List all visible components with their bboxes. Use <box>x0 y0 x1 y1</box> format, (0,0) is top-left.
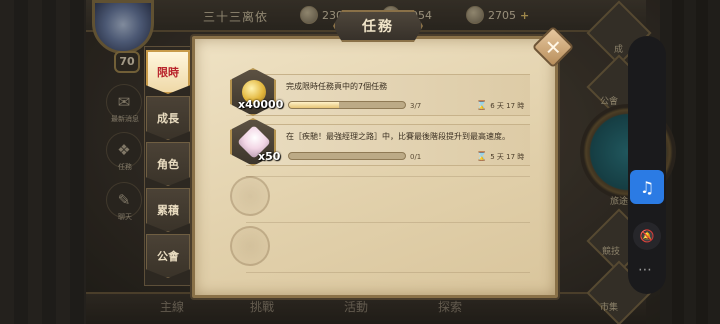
tab-limited[interactable]: 限時 <box>146 50 190 94</box>
divider <box>246 222 530 223</box>
task-time-left: 5 天 17 時 <box>490 153 525 161</box>
hourglass-icon: ⌛ <box>476 152 488 162</box>
task-progress-bar <box>288 101 406 109</box>
tab-character[interactable]: 角色 <box>146 142 190 186</box>
divider <box>246 272 530 273</box>
task-timer: ⌛ 5 天 17 時 <box>476 152 524 162</box>
tab-cumulative[interactable]: 累積 <box>146 188 190 232</box>
task-time-left: 6 天 17 時 <box>490 102 525 110</box>
empty-task-slot <box>230 226 270 266</box>
task-title: 完成限時任務頁中的7個任務 <box>286 82 388 91</box>
task-progress-text: 0/1 <box>410 153 422 161</box>
task-title: 在［疾馳！最強經理之路］中，比賽最後階段提升到最高速度。 <box>286 132 510 141</box>
dialog-title: 任務 <box>333 10 423 42</box>
task-progress-text: 3/7 <box>410 102 422 110</box>
more-icon[interactable]: ⋯ <box>638 262 653 278</box>
task-progress-fill <box>289 102 339 108</box>
mute-icon[interactable]: 🔕 <box>633 222 661 250</box>
close-icon: ✕ <box>544 34 562 59</box>
tab-guild[interactable]: 公會 <box>146 234 190 278</box>
reward-quantity: x50 <box>258 150 281 163</box>
divider <box>246 176 530 177</box>
empty-task-slot <box>230 176 270 216</box>
task-progress-bar <box>288 152 406 160</box>
task-timer: ⌛ 6 天 17 時 <box>476 101 524 111</box>
reward-quantity: x40000 <box>238 98 284 111</box>
floating-toolbar <box>628 36 666 294</box>
hourglass-icon: ⌛ <box>476 101 488 111</box>
tab-growth[interactable]: 成長 <box>146 96 190 140</box>
music-icon[interactable]: ♫ <box>630 170 664 204</box>
